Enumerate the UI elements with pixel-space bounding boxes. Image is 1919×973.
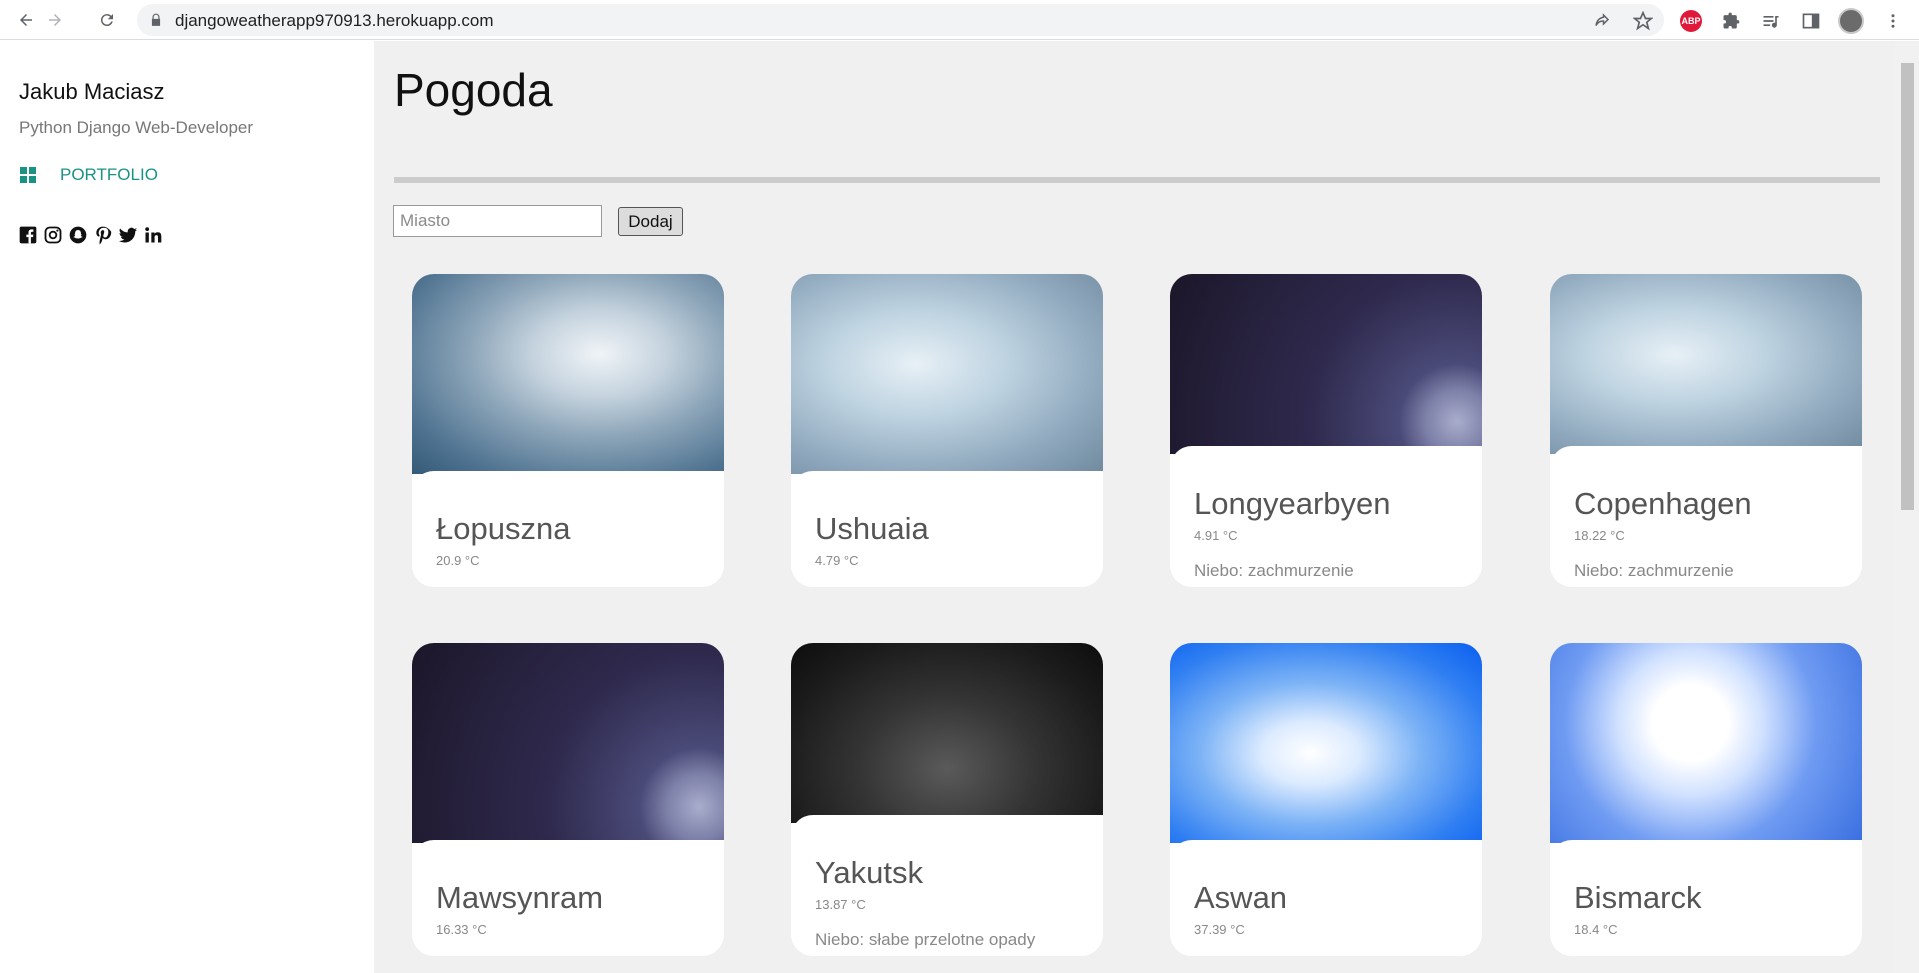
portfolio-link[interactable]: PORTFOLIO [20,165,158,185]
temperature: 20.9 °C [436,553,480,568]
portfolio-label: PORTFOLIO [60,165,158,184]
pinterest-icon[interactable] [93,225,113,245]
sidebar: Jakub Maciasz Python Django Web-Develope… [0,41,374,973]
card-body: Mawsynram 16.33 °C [412,840,724,956]
weather-description: Niebo: zachmurzenie [1194,561,1354,580]
lock-icon [151,13,161,26]
weather-card[interactable]: Longyearbyen 4.91 °C Niebo: zachmurzenie [1170,274,1482,587]
weather-image [1170,643,1482,843]
card-body: Bismarck 18.4 °C [1550,840,1862,956]
playlist-icon [1763,16,1779,28]
share-icon [1595,13,1610,26]
city-name: Aswan [1194,880,1288,915]
weather-card[interactable]: Łopuszna 20.9 °C [412,274,724,587]
divider [394,177,1880,183]
url-text: djangoweatherapp970913.herokuapp.com [175,11,494,30]
more-vertical-icon [1891,14,1895,28]
back-button[interactable] [11,5,41,35]
arrow-right-icon [49,14,61,26]
temperature: 4.79 °C [815,553,859,568]
adblock-extension-button[interactable]: ABP [1678,8,1704,34]
star-icon [1633,11,1653,31]
weather-image [1550,643,1862,843]
scrollbar-thumb[interactable] [1901,63,1914,510]
temperature: 37.39 °C [1194,922,1245,937]
extensions-button[interactable] [1718,8,1744,34]
snapchat-icon[interactable] [68,225,88,245]
weather-image [412,643,724,843]
temperature: 13.87 °C [815,897,866,912]
reload-button[interactable] [92,5,122,35]
weather-image [412,274,724,474]
instagram-icon[interactable] [43,225,63,245]
city-name: Łopuszna [436,511,571,546]
weather-card[interactable]: Yakutsk 13.87 °C Niebo: słabe przelotne … [791,643,1103,956]
main-content: Pogoda Dodaj Łopuszna 20.9 °C Ushuaia 4.… [374,41,1895,973]
city-name: Longyearbyen [1194,486,1391,521]
weather-description: Niebo: zachmurzenie [1574,561,1734,580]
profile-button[interactable] [1838,8,1864,34]
page-title: Pogoda [394,64,553,116]
address-bar[interactable]: djangoweatherapp970913.herokuapp.com [137,4,1664,36]
author-name: Jakub Maciasz [19,79,165,104]
city-name: Copenhagen [1574,486,1752,521]
arrow-left-icon [20,14,32,26]
temperature: 16.33 °C [436,922,487,937]
temperature: 4.91 °C [1194,528,1238,543]
puzzle-icon [1723,12,1740,29]
weather-card[interactable]: Ushuaia 4.79 °C [791,274,1103,587]
side-panel-button[interactable] [1798,8,1824,34]
card-body: Longyearbyen 4.91 °C Niebo: zachmurzenie [1170,446,1482,587]
linkedin-icon[interactable] [143,225,163,245]
weather-card[interactable]: Mawsynram 16.33 °C [412,643,724,956]
weather-image [1550,274,1862,454]
social-links [18,225,163,245]
avatar [1838,8,1864,34]
media-controls-button[interactable] [1758,8,1784,34]
scrollbar[interactable] [1895,41,1919,973]
add-city-button[interactable]: Dodaj [618,207,683,236]
city-name: Mawsynram [436,880,604,915]
twitter-icon[interactable] [118,225,138,245]
bookmark-button[interactable] [1630,8,1656,34]
browser-toolbar: djangoweatherapp970913.herokuapp.com ABP [0,0,1919,40]
weather-card[interactable]: Copenhagen 18.22 °C Niebo: zachmurzenie [1550,274,1862,587]
weather-image [1170,274,1482,454]
share-button[interactable] [1589,8,1615,34]
card-body: Aswan 37.39 °C [1170,840,1482,956]
weather-card[interactable]: Bismarck 18.4 °C [1550,643,1862,956]
grid-icon [20,167,36,183]
card-body: Ushuaia 4.79 °C [791,471,1103,587]
weather-card[interactable]: Aswan 37.39 °C [1170,643,1482,956]
card-body: Copenhagen 18.22 °C Niebo: zachmurzenie [1550,446,1862,587]
city-name: Bismarck [1574,880,1702,915]
facebook-icon[interactable] [18,225,38,245]
city-name: Yakutsk [815,855,923,890]
menu-button[interactable] [1880,8,1906,34]
card-body: Łopuszna 20.9 °C [412,471,724,587]
side-panel-icon [1802,13,1820,29]
forward-button[interactable] [40,5,70,35]
temperature: 18.22 °C [1574,528,1625,543]
card-body: Yakutsk 13.87 °C Niebo: słabe przelotne … [791,815,1103,956]
reload-icon [100,14,113,27]
weather-image [791,643,1103,823]
city-input[interactable] [393,205,602,237]
city-name: Ushuaia [815,511,929,546]
weather-description: Niebo: słabe przelotne opady [815,930,1036,949]
adblock-icon: ABP [1680,10,1702,32]
weather-image [791,274,1103,474]
temperature: 18.4 °C [1574,922,1618,937]
author-role: Python Django Web-Developer [19,118,254,137]
